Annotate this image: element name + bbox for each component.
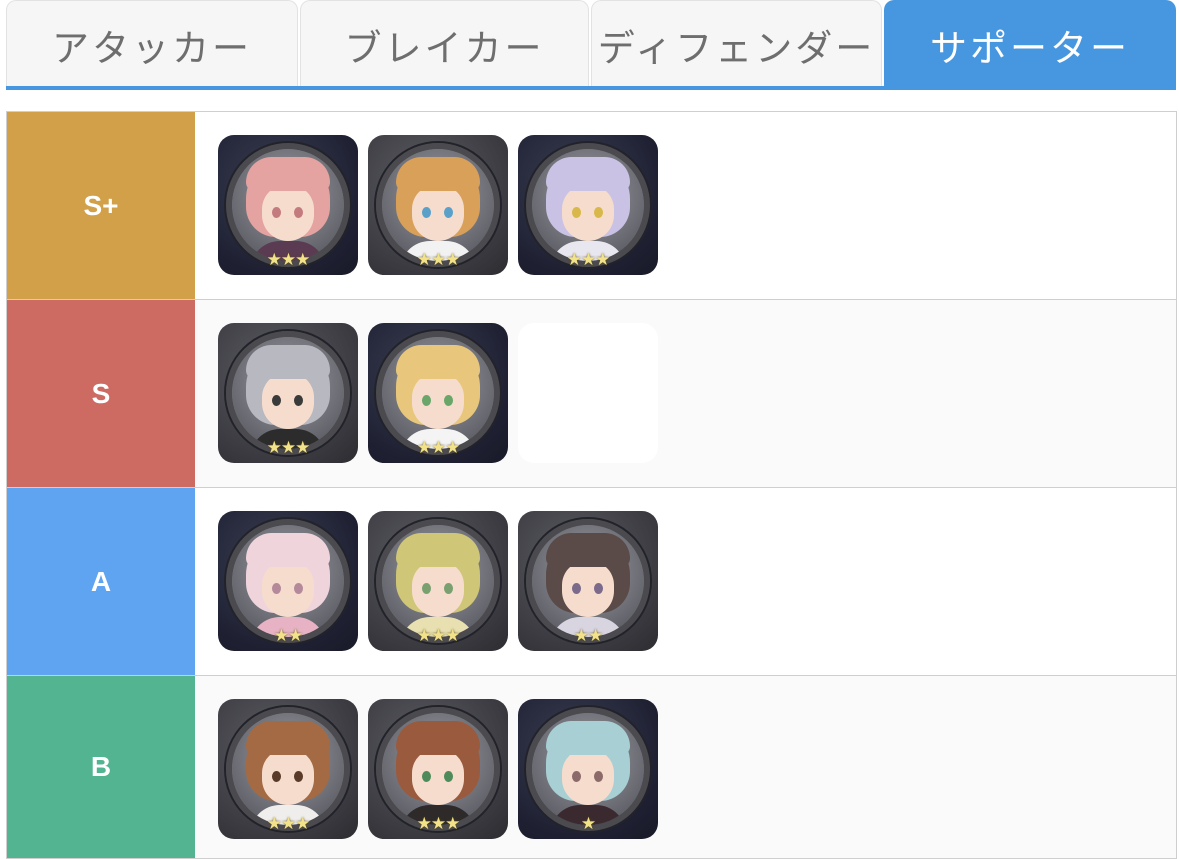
character-card[interactable]: ★★★: [368, 511, 508, 651]
character-portrait: [226, 143, 350, 267]
tier-characters: ★★★ ★★★: [195, 300, 1176, 487]
rarity-stars: ★★★: [566, 250, 611, 270]
tier-label: A: [7, 488, 195, 675]
character-card[interactable]: ★★★: [518, 135, 658, 275]
tier-row: A ★★ ★★★ ★★: [7, 488, 1176, 676]
tab-attacker[interactable]: アタッカー: [6, 0, 298, 88]
character-card[interactable]: ★★★: [218, 323, 358, 463]
tab-underline: [6, 86, 1176, 90]
character-portrait: [376, 143, 500, 267]
character-portrait: [376, 519, 500, 643]
tier-characters: ★★★★★★★: [195, 488, 1176, 675]
character-card[interactable]: ★★: [518, 511, 658, 651]
character-card[interactable]: ★★: [218, 511, 358, 651]
tab-defender[interactable]: ディフェンダー: [591, 0, 882, 88]
character-card[interactable]: ★★★: [218, 135, 358, 275]
rarity-stars: ★★: [273, 626, 303, 646]
rarity-stars: ★★★: [266, 438, 311, 458]
tier-label: S: [7, 300, 195, 487]
tab-breaker[interactable]: ブレイカー: [300, 0, 589, 88]
character-card[interactable]: ★★★: [368, 699, 508, 839]
character-card[interactable]: ★★★: [218, 699, 358, 839]
rarity-stars: ★: [580, 814, 596, 834]
rarity-stars: ★★★: [416, 438, 461, 458]
empty-slot: [518, 323, 658, 463]
rarity-stars: ★★★: [416, 250, 461, 270]
character-card[interactable]: ★: [518, 699, 658, 839]
tier-table: S+ ★★★ ★★★ ★★★ S ★★★ ★★★ A ★★ ★★★ ★★ B ★★★ ★★★ ★: [6, 111, 1177, 859]
character-portrait: [526, 707, 650, 831]
tier-row: S+ ★★★ ★★★ ★★★: [7, 112, 1176, 300]
character-portrait: [376, 331, 500, 455]
tier-row: S ★★★ ★★★: [7, 300, 1176, 488]
rarity-stars: ★★★: [266, 250, 311, 270]
rarity-stars: ★★★: [416, 814, 461, 834]
character-portrait: [376, 707, 500, 831]
rarity-stars: ★★★: [416, 626, 461, 646]
tier-row: B ★★★ ★★★ ★: [7, 676, 1176, 858]
character-card[interactable]: ★★★: [368, 323, 508, 463]
tier-label: S+: [7, 112, 195, 299]
role-tabs: アタッカー ブレイカー ディフェンダー サポーター: [6, 0, 1176, 88]
rarity-stars: ★★★: [266, 814, 311, 834]
tab-supporter[interactable]: サポーター: [884, 0, 1176, 88]
tier-label: B: [7, 676, 195, 858]
character-portrait: [226, 707, 350, 831]
character-portrait: [226, 519, 350, 643]
character-card[interactable]: ★★★: [368, 135, 508, 275]
tier-characters: ★★★ ★★★ ★★★: [195, 112, 1176, 299]
character-portrait: [226, 331, 350, 455]
character-portrait: [526, 143, 650, 267]
rarity-stars: ★★: [573, 626, 603, 646]
character-portrait: [526, 519, 650, 643]
tier-characters: ★★★★★★★: [195, 676, 1176, 858]
